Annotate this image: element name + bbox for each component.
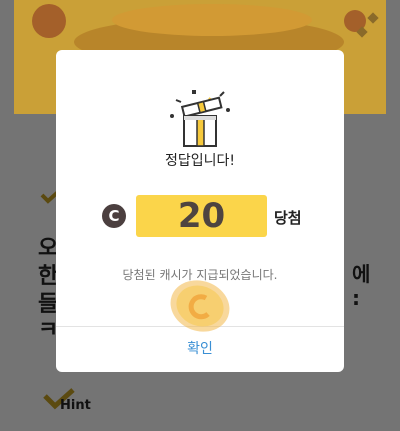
background-question-text-right: 에 — [352, 262, 371, 286]
banner-confetti-decoration — [367, 12, 379, 24]
floating-coin-icon — [170, 280, 230, 332]
prize-suffix: 당첨 — [274, 209, 302, 227]
cash-coin-icon: C — [102, 204, 126, 228]
background-question-text-right: : — [352, 286, 360, 310]
banner-ball-decoration — [32, 4, 66, 38]
dialog-title: 정답입니다! — [164, 153, 235, 169]
banner-stage-top-decoration — [112, 4, 312, 36]
prize-amount: 20 — [136, 195, 267, 237]
gift-box-icon — [170, 90, 230, 147]
hint-label: Hint — [60, 398, 91, 413]
